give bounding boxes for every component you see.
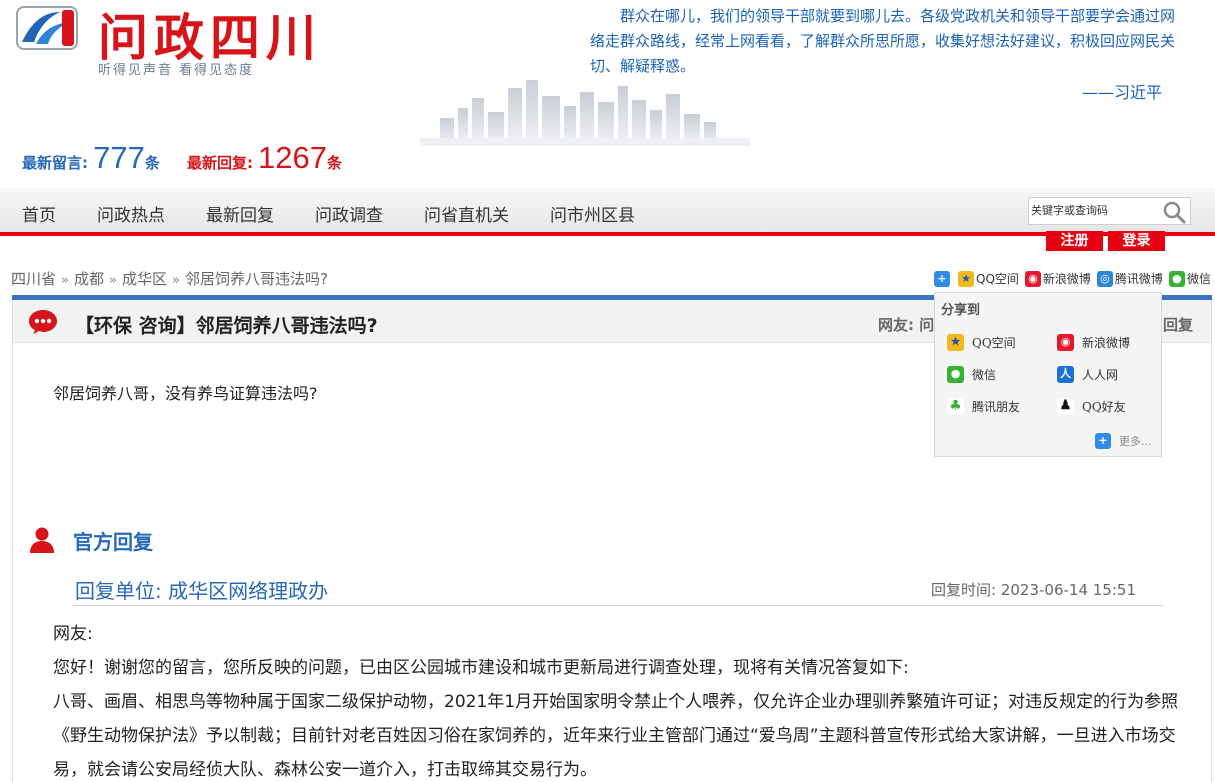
plus-icon: + [934,270,950,287]
renren-icon: 人 [1057,366,1074,383]
search-input[interactable] [1031,201,1156,221]
share-tencent-weibo-label: 腾讯微博 [1114,272,1163,286]
post-title: 【环保 咨询】邻居饲养八哥违法吗? [75,315,378,337]
reply-paragraph-2: 八哥、画眉、相思鸟等物种属于国家二级保护动物，2021年1月开始国家明令禁止个人… [53,692,1179,780]
main-nav: 首页 问政热点 最新回复 问政调查 问省直机关 问市州区县 [0,188,1215,234]
weibo-icon: ◉ [1057,334,1074,351]
weibo-icon: ◉ [1024,270,1041,287]
popup-share-pengyou[interactable]: ♣ 腾讯朋友 [947,398,1020,415]
quote-text: 群众在哪儿，我们的领导干部就要到哪儿去。各级党政机关和领导干部要学会通过网络走群… [590,7,1176,75]
share-qzone-label: QQ空间 [976,272,1019,286]
official-user-icon [30,527,54,553]
tencent-weibo-icon: ◎ [1096,270,1113,287]
share-popup: 分享到 ★ QQ空间 ◉ 新浪微博 ● 微信 人人人网 ♣ 腾讯朋友 ♟ QQ好友 + 更多… [934,292,1162,457]
city-skyline-image [420,80,750,146]
share-popup-title: 分享到 [941,303,981,318]
site-header: 问政四川 听得见声音 看得见态度 群众在哪儿，我们的领导干部就要到哪儿去。各级党… [0,0,1215,188]
speech-bubble-icon [29,310,57,334]
reply-greeting: 网友: [53,624,93,644]
nav-red-rule [0,232,1215,236]
popup-share-wechat-label: 微信 [972,368,997,382]
breadcrumb-current: 邻居饲养八哥违法吗? [184,270,328,288]
qq-penguin-icon: ♟ [1057,398,1074,415]
nav-item-home[interactable]: 首页 [22,201,56,226]
messages-unit: 条 [144,154,160,172]
site-logo[interactable]: 问政四川 听得见声音 看得见态度 [16,4,356,78]
wechat-icon: ● [1168,270,1185,287]
nav-item-provincial[interactable]: 问省直机关 [424,201,509,226]
replies-count: 1267 [258,140,327,175]
share-wechat[interactable]: ● 微信 [1168,270,1211,287]
reply-time: 回复时间: 2023-06-14 15:51 [931,581,1136,599]
popup-share-wechat[interactable]: ● 微信 [947,366,996,383]
popup-share-renren-label: 人人网 [1082,368,1119,382]
popup-share-qzone-label: QQ空间 [972,336,1016,350]
nav-item-hot[interactable]: 问政热点 [97,201,165,226]
logo-mark-icon [16,6,78,50]
nav-item-cities[interactable]: 问市州区县 [550,201,635,226]
reply-content: 网友: 您好！谢谢您的留言，您所反映的问题，已由区公园城市建设和城市更新局进行调… [53,617,1193,782]
reply-unit: 回复单位: 成华区网络理政办 [75,579,329,603]
breadcrumb-separator: » [61,273,69,288]
quote-author: ——习近平 [1082,83,1163,102]
breadcrumb-district[interactable]: 成华区 [122,270,167,288]
replies-label: 最新回复: [186,154,253,172]
nav-item-latest-replies[interactable]: 最新回复 [206,201,274,226]
logo-slogan: 听得见声音 看得见态度 [98,63,255,78]
share-qzone[interactable]: ★ QQ空间 [958,270,1019,287]
wechat-icon: ● [947,366,964,383]
register-button[interactable]: 注册 [1046,231,1103,251]
share-bar: + ★ QQ空间 ◉ 新浪微博 ◎ 腾讯微博 ● 微信 [934,270,1215,287]
nav-items: 首页 问政热点 最新回复 问政调查 问省直机关 问市州区县 [22,201,676,226]
share-tencent-weibo[interactable]: ◎ 腾讯微博 [1096,270,1163,287]
post-body: 邻居饲养八哥，没有养鸟证算违法吗? [53,384,318,403]
popup-share-renren[interactable]: 人人人网 [1057,366,1118,383]
breadcrumb-city[interactable]: 成都 [74,270,104,288]
popup-share-qq-label: QQ好友 [1082,400,1126,414]
reply-divider [73,605,1163,606]
breadcrumb-separator: » [109,273,117,288]
reply-paragraph-1: 您好！谢谢您的留言，您所反映的问题，已由区公园城市建设和城市更新局进行调查处理，… [53,658,909,678]
messages-label: 最新留言: [22,154,88,172]
share-weibo-label: 新浪微博 [1042,272,1091,286]
clover-icon: ♣ [947,398,964,415]
site-stats: 最新留言: 777条 最新回复: 1267条 [22,140,364,176]
official-reply-title: 官方回复 [73,530,153,554]
search-icon[interactable] [1162,200,1186,224]
popup-share-pengyou-label: 腾讯朋友 [972,400,1021,414]
post-replies-label: 回复 [1163,316,1194,334]
search-box [1028,197,1191,225]
breadcrumb: 四川省 » 成都 » 成华区 » 邻居饲养八哥违法吗? [11,268,328,289]
popup-share-weibo[interactable]: ◉ 新浪微博 [1057,334,1130,351]
login-button[interactable]: 登录 [1108,231,1165,251]
replies-unit: 条 [327,154,343,172]
share-wechat-label: 微信 [1186,272,1211,286]
plus-icon: + [1095,433,1111,449]
share-more-button[interactable]: + [934,270,952,287]
popup-more-button[interactable]: + 更多... [1095,433,1152,449]
popup-more-label: 更多... [1119,435,1152,448]
popup-share-weibo-label: 新浪微博 [1082,336,1131,350]
breadcrumb-separator: » [171,273,180,288]
qzone-icon: ★ [947,334,964,351]
leader-quote: 群众在哪儿，我们的领导干部就要到哪儿去。各级党政机关和领导干部要学会通过网络走群… [590,4,1175,79]
post-author-meta: 网友: 问 [878,316,935,334]
breadcrumb-province[interactable]: 四川省 [11,270,56,288]
messages-count: 777 [93,140,145,175]
popup-share-qzone[interactable]: ★ QQ空间 [947,334,1016,351]
popup-share-qq[interactable]: ♟ QQ好友 [1057,398,1126,415]
qzone-icon: ★ [958,270,974,287]
share-weibo[interactable]: ◉ 新浪微博 [1024,270,1091,287]
nav-item-survey[interactable]: 问政调查 [315,201,383,226]
